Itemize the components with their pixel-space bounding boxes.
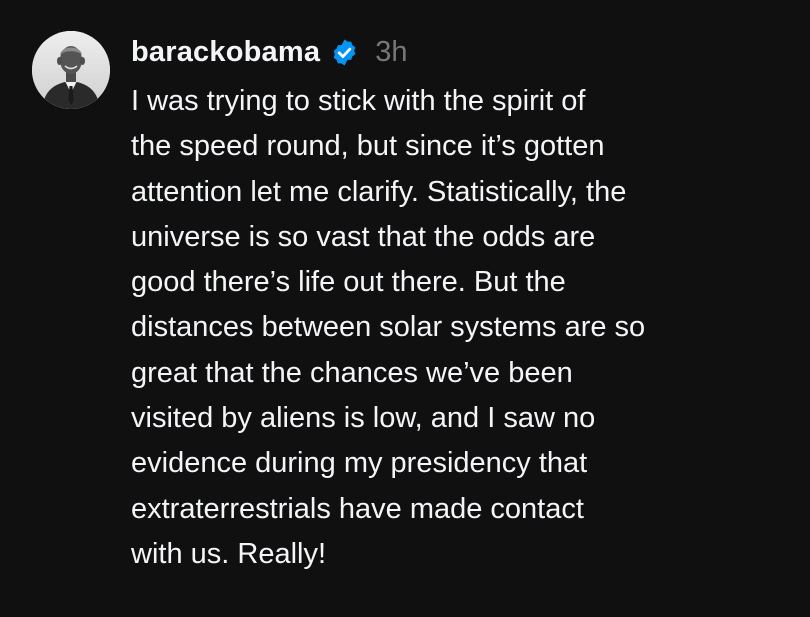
post-text-line: extraterrestrials have made contact: [131, 492, 584, 525]
post-text-line: distances between solar systems are so: [131, 311, 646, 344]
avatar-image: [32, 31, 110, 109]
post: barackobama 3h I was trying to stick wit…: [0, 0, 810, 617]
post-text-line: with us. Really!: [131, 537, 327, 570]
post-text-line: evidence during my presidency that: [131, 447, 588, 480]
timestamp: 3h: [375, 35, 408, 68]
post-text-line: good there’s life out there. But the: [131, 266, 566, 299]
verified-badge-icon: [330, 38, 359, 67]
username[interactable]: barackobama: [131, 36, 320, 69]
post-text-line: universe is so vast that the odds are: [131, 220, 596, 253]
post-text-line: visited by aliens is low, and I saw no: [131, 402, 596, 435]
post-text-line: attention let me clarify. Statistically,…: [131, 175, 627, 208]
post-text-line: I was trying to stick with the spirit of: [131, 85, 586, 117]
post-body-text: I was trying to stick with the spirit of…: [131, 79, 791, 577]
post-header: barackobama 3h: [131, 30, 407, 74]
post-text-line: the speed round, but since it’s gotten: [131, 130, 605, 163]
avatar[interactable]: [32, 31, 110, 109]
post-text-line: great that the chances we’ve been: [131, 356, 573, 389]
